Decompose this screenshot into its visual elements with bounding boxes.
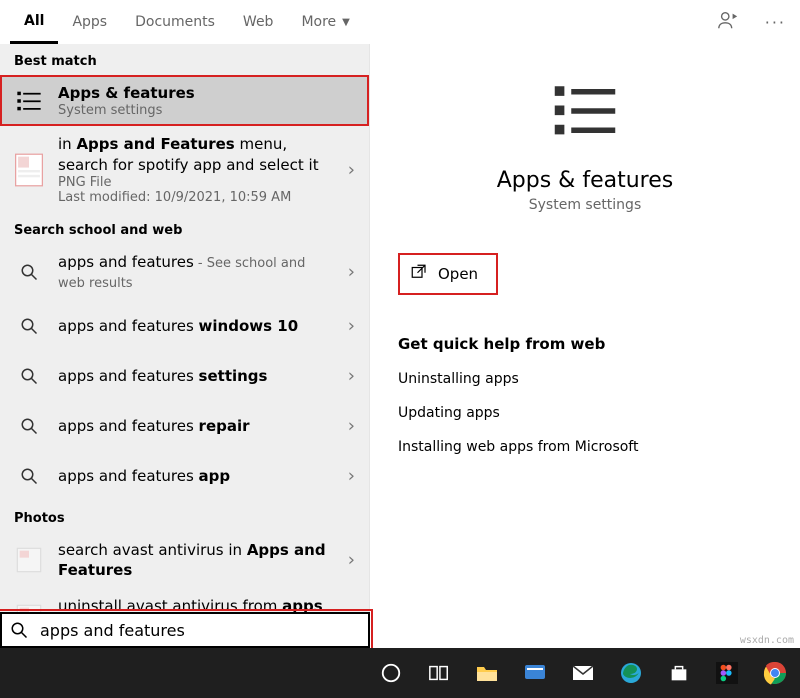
web-result-2[interactable]: apps and features settings ›: [0, 351, 369, 401]
help-header: Get quick help from web: [398, 335, 772, 353]
chevron-right-icon[interactable]: ›: [348, 365, 355, 386]
section-school-web: Search school and web: [0, 213, 369, 244]
chevron-down-icon: ▼: [342, 17, 350, 28]
cortana-icon[interactable]: [376, 658, 406, 688]
mail-icon[interactable]: [568, 658, 598, 688]
feedback-icon[interactable]: [713, 5, 743, 39]
open-button[interactable]: Open: [398, 253, 498, 295]
help-link-update[interactable]: Updating apps: [398, 405, 772, 421]
list-settings-icon: [12, 84, 46, 118]
tab-all[interactable]: All: [10, 0, 58, 44]
results-pane: Best match Apps & features System settin…: [0, 44, 370, 648]
tab-apps[interactable]: Apps: [58, 0, 121, 44]
search-icon: [12, 359, 46, 393]
open-external-icon: [410, 263, 428, 285]
taskbar: [0, 648, 800, 698]
chrome-icon[interactable]: [760, 658, 790, 688]
edge-icon[interactable]: [616, 658, 646, 688]
image-file-icon: [12, 153, 46, 187]
task-view-icon[interactable]: [424, 658, 454, 688]
search-input[interactable]: [36, 619, 368, 642]
app-blue-icon[interactable]: [520, 658, 550, 688]
web-result-3[interactable]: apps and features repair ›: [0, 401, 369, 451]
preview-pane: Apps & features System settings Open Get…: [370, 44, 800, 648]
search-bar[interactable]: [0, 612, 370, 648]
watermark: wsxdn.com: [740, 635, 794, 646]
chevron-right-icon[interactable]: ›: [348, 415, 355, 436]
preview-subtitle: System settings: [398, 197, 772, 213]
search-icon: [12, 459, 46, 493]
result-png-file[interactable]: in Apps and Features menu, search for sp…: [0, 126, 369, 213]
search-icon: [2, 621, 36, 639]
store-icon[interactable]: [664, 658, 694, 688]
image-file-icon: [12, 543, 46, 577]
more-options-icon[interactable]: ···: [761, 9, 790, 36]
web-result-4[interactable]: apps and features app ›: [0, 451, 369, 501]
search-tabs: All Apps Documents Web More▼ ···: [0, 0, 800, 44]
tab-more[interactable]: More▼: [287, 0, 363, 44]
web-result-0[interactable]: apps and features - See school and web r…: [0, 244, 369, 301]
search-content: Best match Apps & features System settin…: [0, 44, 800, 648]
help-link-uninstall[interactable]: Uninstalling apps: [398, 371, 772, 387]
chevron-right-icon[interactable]: ›: [348, 159, 355, 180]
web-result-1[interactable]: apps and features windows 10 ›: [0, 301, 369, 351]
search-icon: [12, 409, 46, 443]
section-best-match: Best match: [0, 44, 369, 75]
figma-icon[interactable]: [712, 658, 742, 688]
photo-result-0[interactable]: search avast antivirus in Apps and Featu…: [0, 532, 369, 589]
search-icon: [12, 309, 46, 343]
section-photos: Photos: [0, 501, 369, 532]
chevron-right-icon[interactable]: ›: [348, 465, 355, 486]
search-icon: [12, 255, 46, 289]
file-explorer-icon[interactable]: [472, 658, 502, 688]
apps-features-icon: [552, 78, 618, 148]
tab-web[interactable]: Web: [229, 0, 288, 44]
help-link-webapps[interactable]: Installing web apps from Microsoft: [398, 439, 772, 455]
chevron-right-icon[interactable]: ›: [348, 262, 355, 283]
chevron-right-icon[interactable]: ›: [348, 550, 355, 571]
tab-documents[interactable]: Documents: [121, 0, 229, 44]
chevron-right-icon[interactable]: ›: [348, 315, 355, 336]
preview-title: Apps & features: [398, 168, 772, 193]
result-apps-features[interactable]: Apps & features System settings: [0, 75, 369, 126]
